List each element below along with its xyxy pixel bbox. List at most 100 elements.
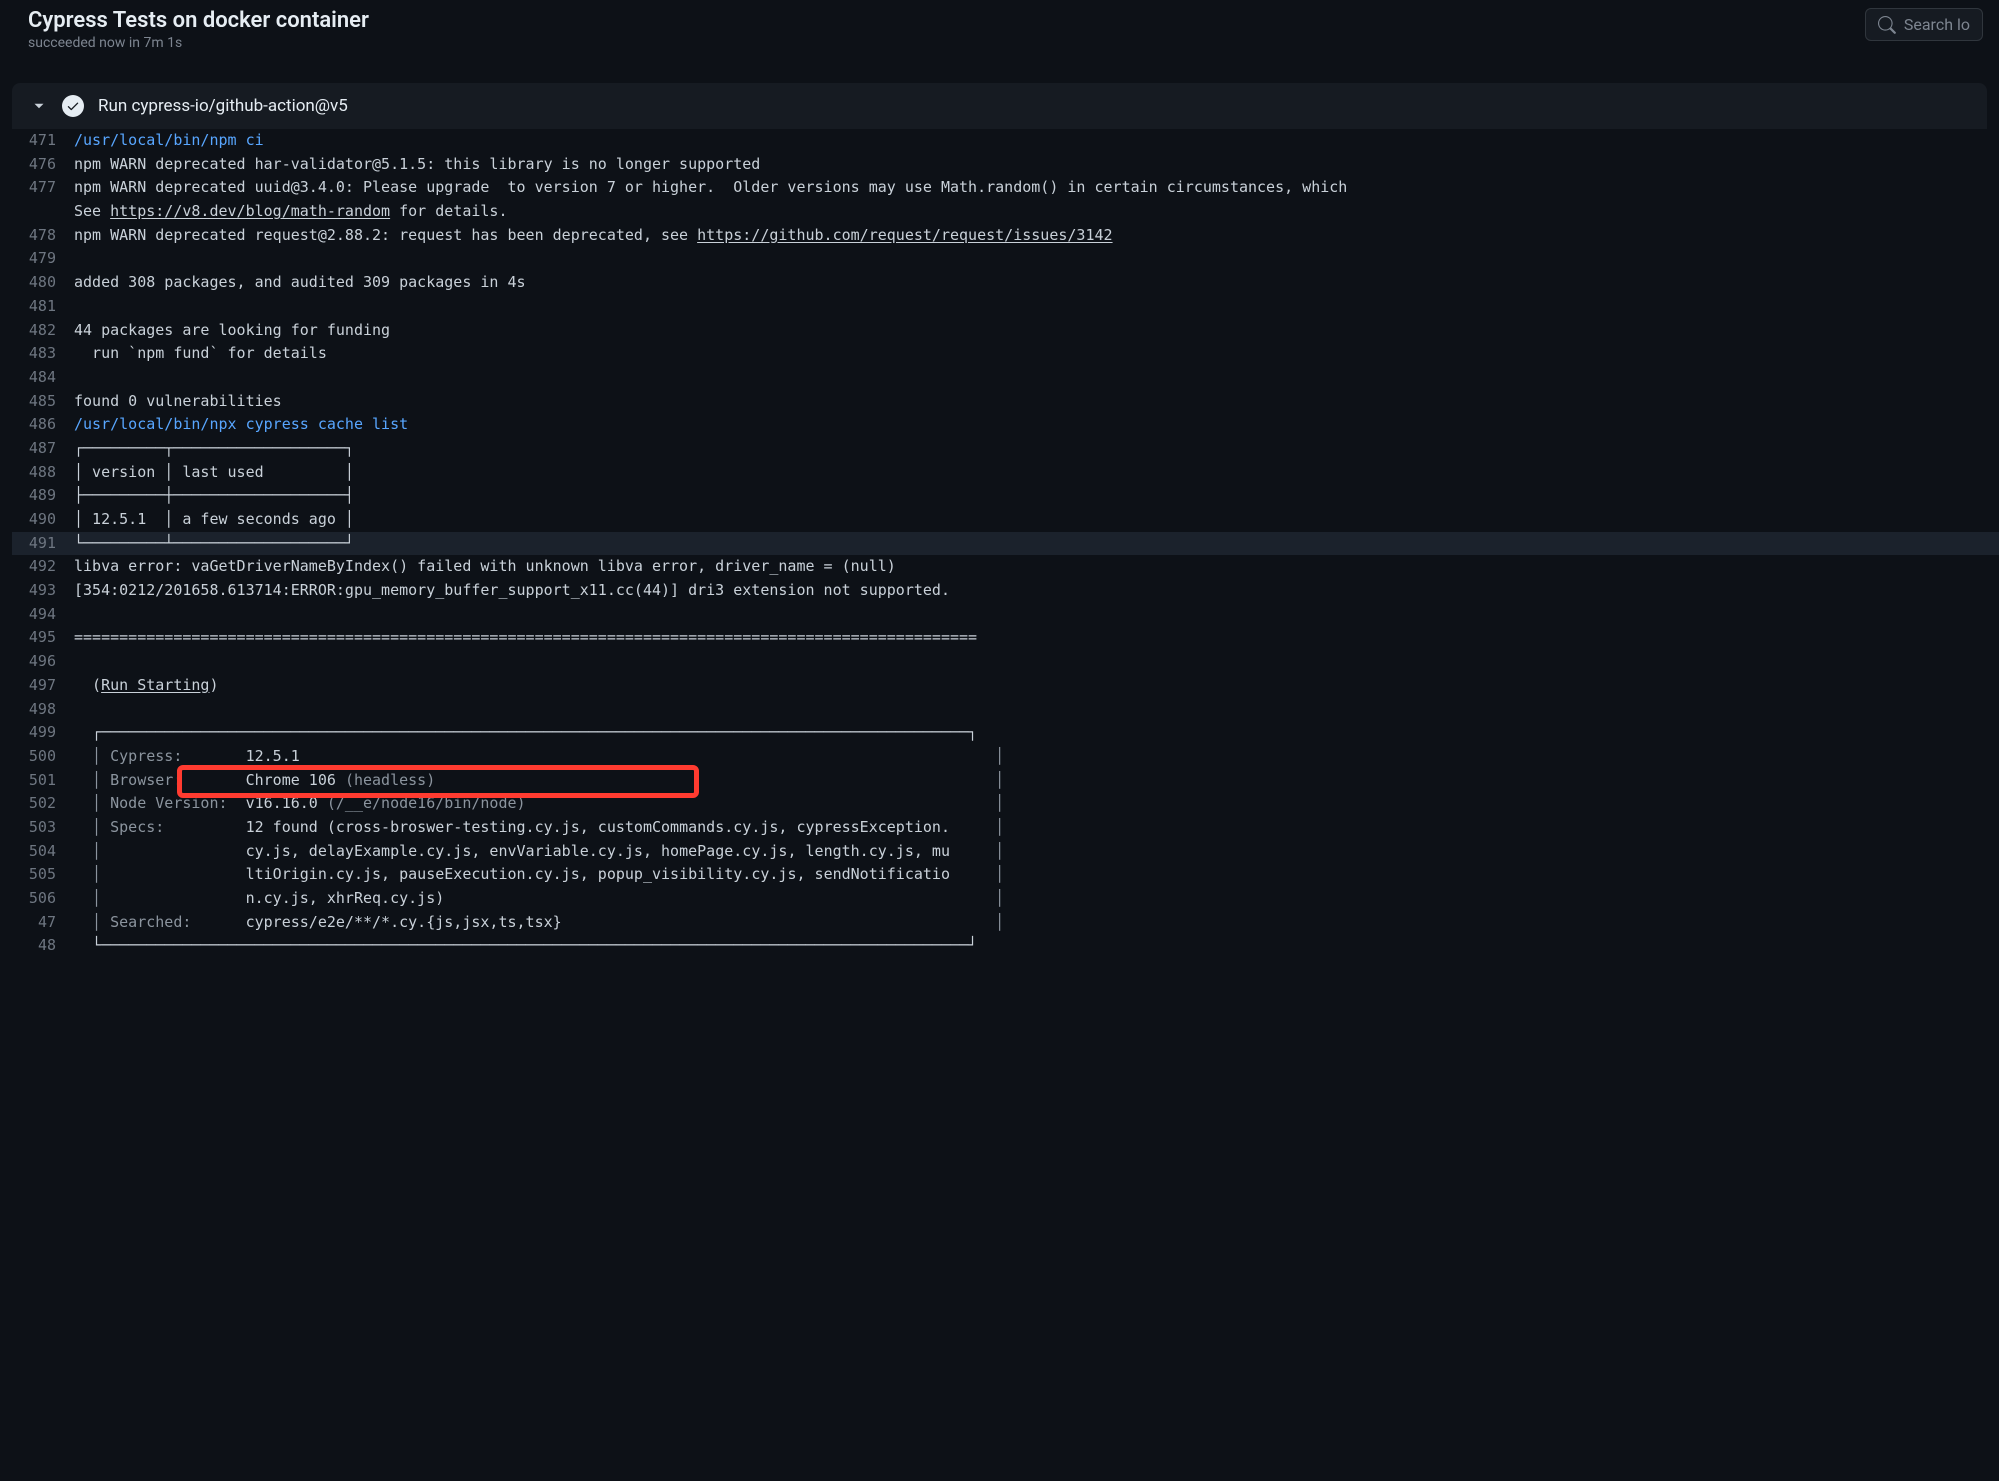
log-line: 496 xyxy=(12,650,1999,674)
chevron-down-icon xyxy=(30,97,48,115)
line-number: 480 xyxy=(12,271,74,295)
log-link[interactable]: https://v8.dev/blog/math-random xyxy=(110,202,390,220)
header-left: Cypress Tests on docker container succee… xyxy=(28,8,1865,51)
log-line: 478npm WARN deprecated request@2.88.2: r… xyxy=(12,224,1999,248)
line-content: npm WARN deprecated request@2.88.2: requ… xyxy=(74,224,1999,248)
log-line: 491└─────────┴───────────────────┘ xyxy=(12,532,1999,556)
log-line: 502 │ Node Version: v16.16.0 (/__e/node1… xyxy=(12,792,1999,816)
log-line: 488│ version │ last used │ xyxy=(12,461,1999,485)
line-content: └─────────┴───────────────────┘ xyxy=(74,532,1999,556)
line-number: 481 xyxy=(12,295,74,319)
line-content: │ Specs: 12 found (cross-broswer-testing… xyxy=(74,816,1999,840)
line-content: │ Searched: cypress/e2e/**/*.cy.{js,jsx,… xyxy=(74,911,1999,935)
line-number: 497 xyxy=(12,674,74,698)
line-content xyxy=(74,603,1999,627)
line-content xyxy=(74,698,1999,722)
line-number: 505 xyxy=(12,863,74,887)
line-number: 483 xyxy=(12,342,74,366)
page-subtitle: succeeded now in 7m 1s xyxy=(28,35,1865,51)
log-line: 471/usr/local/bin/npm ci xyxy=(12,129,1999,153)
log-line: 47 │ Searched: cypress/e2e/**/*.cy.{js,j… xyxy=(12,911,1999,935)
line-content: ========================================… xyxy=(74,626,1999,650)
log-line: 477npm WARN deprecated uuid@3.4.0: Pleas… xyxy=(12,176,1999,200)
search-icon xyxy=(1878,16,1896,34)
highlighted-browser: Chrome 106 xyxy=(246,771,345,789)
log-line: 483 run `npm fund` for details xyxy=(12,342,1999,366)
line-content: npm WARN deprecated uuid@3.4.0: Please u… xyxy=(74,176,1999,200)
log-line: 48 └────────────────────────────────────… xyxy=(12,934,1999,958)
log-line: 48244 packages are looking for funding xyxy=(12,319,1999,343)
log-link[interactable]: https://github.com/request/request/issue… xyxy=(697,226,1112,244)
line-number: 479 xyxy=(12,247,74,271)
line-number: 48 xyxy=(12,934,74,958)
line-number: 494 xyxy=(12,603,74,627)
line-content: │ Cypress: 12.5.1 │ xyxy=(74,745,1999,769)
line-number: 491 xyxy=(12,532,74,556)
log-line: 505 │ ltiOrigin.cy.js, pauseExecution.cy… xyxy=(12,863,1999,887)
log-line: 493[354:0212/201658.613714:ERROR:gpu_mem… xyxy=(12,579,1999,603)
line-number: 498 xyxy=(12,698,74,722)
line-number: 490 xyxy=(12,508,74,532)
line-number: 492 xyxy=(12,555,74,579)
log-line: 504 │ cy.js, delayExample.cy.js, envVari… xyxy=(12,840,1999,864)
log-line: 501 │ Browser: Chrome 106 (headless) │ xyxy=(12,769,1999,793)
log-line: 487┌─────────┬───────────────────┐ xyxy=(12,437,1999,461)
log-line: 498 xyxy=(12,698,1999,722)
log-line: 486/usr/local/bin/npx cypress cache list xyxy=(12,413,1999,437)
line-content: ├─────────┼───────────────────┤ xyxy=(74,484,1999,508)
log-line: 497 (Run Starting) xyxy=(12,674,1999,698)
line-content: libva error: vaGetDriverNameByIndex() fa… xyxy=(74,555,1999,579)
log-line: 479 xyxy=(12,247,1999,271)
line-number: 489 xyxy=(12,484,74,508)
line-content xyxy=(74,650,1999,674)
line-number: 482 xyxy=(12,319,74,343)
line-content: /usr/local/bin/npm ci xyxy=(74,129,1999,153)
log-line: 481 xyxy=(12,295,1999,319)
line-content: (Run Starting) xyxy=(74,674,1999,698)
log-line: 500 │ Cypress: 12.5.1 │ xyxy=(12,745,1999,769)
line-content: ┌─────────┬───────────────────┐ xyxy=(74,437,1999,461)
search-placeholder: Search lo xyxy=(1904,15,1970,34)
line-number: 484 xyxy=(12,366,74,390)
log-output[interactable]: 471/usr/local/bin/npm ci476npm WARN depr… xyxy=(12,129,1999,958)
run-starting-label: Run Starting xyxy=(101,676,209,694)
line-number: 506 xyxy=(12,887,74,911)
line-number: 471 xyxy=(12,129,74,153)
line-number: 486 xyxy=(12,413,74,437)
line-number: 488 xyxy=(12,461,74,485)
line-content: │ version │ last used │ xyxy=(74,461,1999,485)
log-line: 476npm WARN deprecated har-validator@5.1… xyxy=(12,153,1999,177)
log-line: 485found 0 vulnerabilities xyxy=(12,390,1999,414)
log-line: 490│ 12.5.1 │ a few seconds ago │ xyxy=(12,508,1999,532)
line-content: │ 12.5.1 │ a few seconds ago │ xyxy=(74,508,1999,532)
search-input[interactable]: Search lo xyxy=(1865,8,1983,41)
line-number: 478 xyxy=(12,224,74,248)
line-content: ┌───────────────────────────────────────… xyxy=(74,721,1999,745)
line-content: /usr/local/bin/npx cypress cache list xyxy=(74,413,1999,437)
page-header: Cypress Tests on docker container succee… xyxy=(0,0,1999,63)
log-line: See https://v8.dev/blog/math-random for … xyxy=(12,200,1999,224)
line-content: └───────────────────────────────────────… xyxy=(74,934,1999,958)
line-number: 493 xyxy=(12,579,74,603)
line-number: 503 xyxy=(12,816,74,840)
line-content: │ Browser: Chrome 106 (headless) │ xyxy=(74,769,1999,793)
line-number: 487 xyxy=(12,437,74,461)
log-line: 494 xyxy=(12,603,1999,627)
line-number: 501 xyxy=(12,769,74,793)
line-content xyxy=(74,295,1999,319)
line-number: 499 xyxy=(12,721,74,745)
step-title: Run cypress-io/github-action@v5 xyxy=(98,96,348,116)
line-content xyxy=(74,247,1999,271)
success-icon xyxy=(62,95,84,117)
line-content: See https://v8.dev/blog/math-random for … xyxy=(74,200,1999,224)
log-line: 484 xyxy=(12,366,1999,390)
line-number: 476 xyxy=(12,153,74,177)
log-line: 489├─────────┼───────────────────┤ xyxy=(12,484,1999,508)
line-content: found 0 vulnerabilities xyxy=(74,390,1999,414)
line-content: │ ltiOrigin.cy.js, pauseExecution.cy.js,… xyxy=(74,863,1999,887)
line-number: 485 xyxy=(12,390,74,414)
line-content: run `npm fund` for details xyxy=(74,342,1999,366)
line-number: 496 xyxy=(12,650,74,674)
line-number: 502 xyxy=(12,792,74,816)
step-header[interactable]: Run cypress-io/github-action@v5 xyxy=(12,83,1987,129)
